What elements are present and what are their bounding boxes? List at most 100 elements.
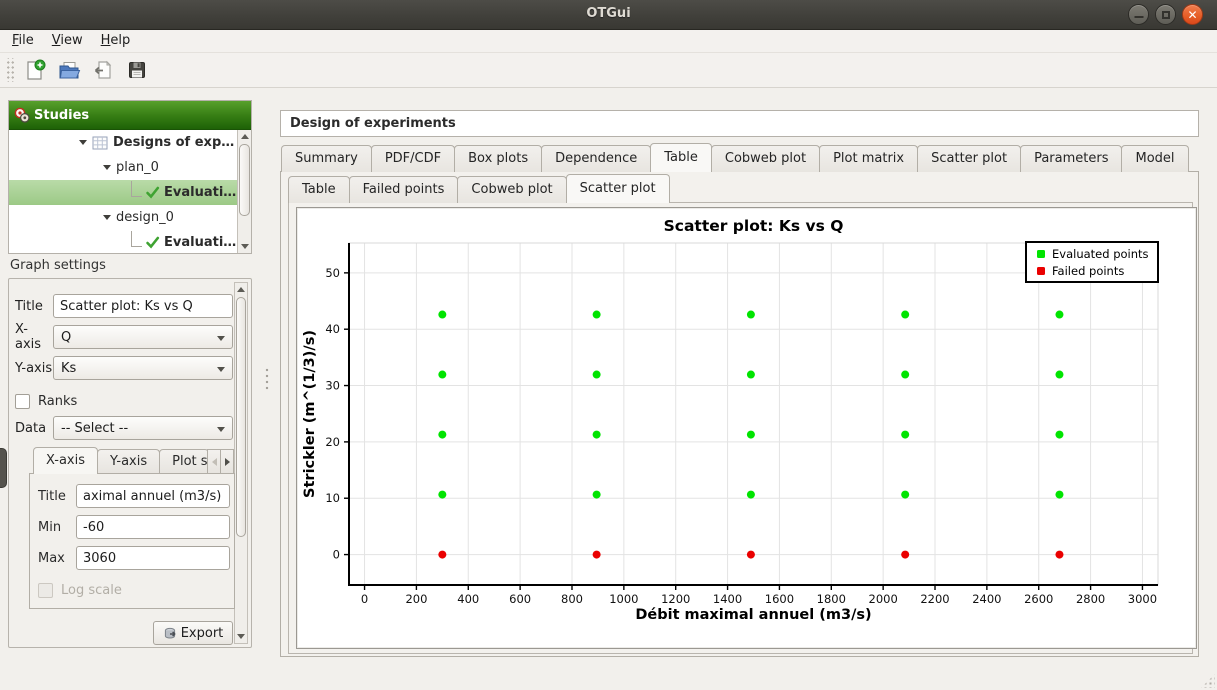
- check-icon: [145, 185, 160, 200]
- svg-text:2200: 2200: [920, 592, 949, 606]
- scatter-point: [747, 371, 755, 379]
- data-field-label: Data: [15, 421, 53, 436]
- menubar: FileViewHelp: [0, 30, 1217, 53]
- scatter-point: [438, 311, 446, 319]
- scroll-up-icon[interactable]: [235, 283, 247, 296]
- tree-item-evaluation[interactable]: Evaluation: [9, 230, 237, 253]
- tree-item-plan-0[interactable]: plan_0: [9, 155, 237, 180]
- svg-text:2400: 2400: [972, 592, 1001, 606]
- tab-parameters[interactable]: Parameters: [1020, 145, 1122, 172]
- xaxis-combobox[interactable]: Q: [53, 325, 233, 349]
- tree-branch-line: [131, 181, 142, 197]
- export-button-label: Export: [181, 626, 224, 641]
- toolbar-drag-handle[interactable]: [5, 58, 14, 82]
- axis-tab-x-axis[interactable]: X-axis: [33, 447, 98, 474]
- scroll-down-icon[interactable]: [238, 240, 251, 253]
- scatter-point: [593, 371, 601, 379]
- scatter-point: [438, 431, 446, 439]
- scatter-point: [438, 371, 446, 379]
- tab-box-plots[interactable]: Box plots: [454, 145, 542, 172]
- scroll-down-icon[interactable]: [235, 630, 247, 643]
- close-button[interactable]: ✕: [1182, 4, 1203, 25]
- subtab-table[interactable]: Table: [288, 176, 350, 203]
- settings-scrollbar-thumb[interactable]: [236, 297, 246, 537]
- scroll-up-icon[interactable]: [238, 130, 251, 143]
- yaxis-combobox[interactable]: Ks: [53, 356, 233, 380]
- tab-dependence[interactable]: Dependence: [541, 145, 651, 172]
- expander-icon[interactable]: [103, 215, 111, 220]
- otgui-window: OTGui ✕ FileViewHelp: [0, 0, 1217, 690]
- menu-view[interactable]: View: [43, 30, 92, 51]
- splitter-handle[interactable]: [263, 366, 269, 392]
- studies-icon: [14, 107, 30, 123]
- tree-scrollbar[interactable]: [237, 130, 251, 253]
- subtab-cobweb-plot[interactable]: Cobweb plot: [457, 176, 566, 203]
- axis-tab-plot-s[interactable]: Plot s: [159, 449, 209, 474]
- import-python-script-button[interactable]: [88, 56, 118, 84]
- axis-title-label: Title: [38, 489, 76, 504]
- scatter-point: [747, 491, 755, 499]
- menu-file[interactable]: File: [3, 30, 43, 51]
- tab-table[interactable]: Table: [650, 143, 712, 172]
- toolbar: [0, 53, 1217, 88]
- title-field-label: Title: [15, 299, 53, 314]
- svg-text:10: 10: [325, 491, 340, 505]
- scatter-point: [593, 311, 601, 319]
- subtab-failed-points[interactable]: Failed points: [349, 176, 459, 203]
- new-study-button[interactable]: [20, 56, 50, 84]
- arrow-right-icon: [225, 458, 230, 466]
- expander-icon[interactable]: [103, 165, 111, 170]
- scatter-point: [593, 551, 601, 559]
- tab-scroll-left-button[interactable]: [207, 449, 221, 474]
- graph-title-input[interactable]: [53, 294, 233, 318]
- titlebar: OTGui ✕: [0, 0, 1217, 30]
- tab-scatter-plot[interactable]: Scatter plot: [917, 145, 1021, 172]
- minimize-button[interactable]: [1128, 4, 1149, 25]
- export-button[interactable]: Export: [153, 621, 233, 645]
- axis-min-input[interactable]: [76, 515, 230, 539]
- expander-icon[interactable]: [79, 140, 87, 145]
- save-study-button[interactable]: [122, 56, 152, 84]
- axis-max-input[interactable]: [76, 546, 230, 570]
- window-resize-grip[interactable]: [1201, 674, 1215, 688]
- svg-text:2800: 2800: [1076, 592, 1105, 606]
- axis-tab-y-axis[interactable]: Y-axis: [97, 449, 160, 474]
- maximize-button[interactable]: [1155, 4, 1176, 25]
- menu-help[interactable]: Help: [92, 30, 140, 51]
- tree-item-evaluation[interactable]: Evaluation: [9, 180, 237, 205]
- svg-text:600: 600: [509, 592, 531, 606]
- svg-text:1400: 1400: [713, 592, 742, 606]
- data-combobox[interactable]: -- Select --: [53, 416, 233, 440]
- tree-item-label: Designs of expe...: [113, 135, 237, 150]
- svg-text:200: 200: [405, 592, 427, 606]
- splitter-collapse-handle[interactable]: [0, 448, 7, 488]
- scatter-point: [1055, 491, 1063, 499]
- settings-scrollbar[interactable]: [234, 282, 248, 644]
- scatter-plot-canvas: 0200400600800100012001400160018002000220…: [297, 208, 1196, 648]
- tab-cobweb-plot[interactable]: Cobweb plot: [711, 145, 820, 172]
- scatter-point: [747, 311, 755, 319]
- scatter-point: [1055, 311, 1063, 319]
- svg-text:50: 50: [325, 266, 340, 280]
- tab-model[interactable]: Model: [1121, 145, 1188, 172]
- studies-header-label: Studies: [34, 108, 89, 123]
- axis-max-label: Max: [38, 551, 76, 566]
- tree-item-label: plan_0: [116, 160, 159, 175]
- tab-plot-matrix[interactable]: Plot matrix: [819, 145, 918, 172]
- tree-item-design-0[interactable]: design_0: [9, 205, 237, 230]
- axis-title-input[interactable]: [76, 484, 230, 508]
- subtab-scatter-plot[interactable]: Scatter plot: [566, 174, 670, 203]
- ranks-checkbox[interactable]: [15, 394, 30, 409]
- axis-tab-scroll-buttons: [207, 449, 233, 474]
- xaxis-settings-pane: Title Min Max Log scale: [29, 473, 235, 609]
- tab-scroll-right-button[interactable]: [220, 449, 234, 474]
- tree-item-designs-of-expe[interactable]: Designs of expe...: [9, 130, 237, 155]
- tab-pdf-cdf[interactable]: PDF/CDF: [371, 145, 455, 172]
- tab-summary[interactable]: Summary: [281, 145, 372, 172]
- scatter-point: [593, 491, 601, 499]
- svg-text:0: 0: [333, 548, 340, 562]
- tree-scrollbar-thumb[interactable]: [239, 144, 250, 216]
- ranks-label: Ranks: [38, 394, 77, 409]
- tree-item-label: design_0: [116, 210, 174, 225]
- open-study-button[interactable]: [54, 56, 84, 84]
